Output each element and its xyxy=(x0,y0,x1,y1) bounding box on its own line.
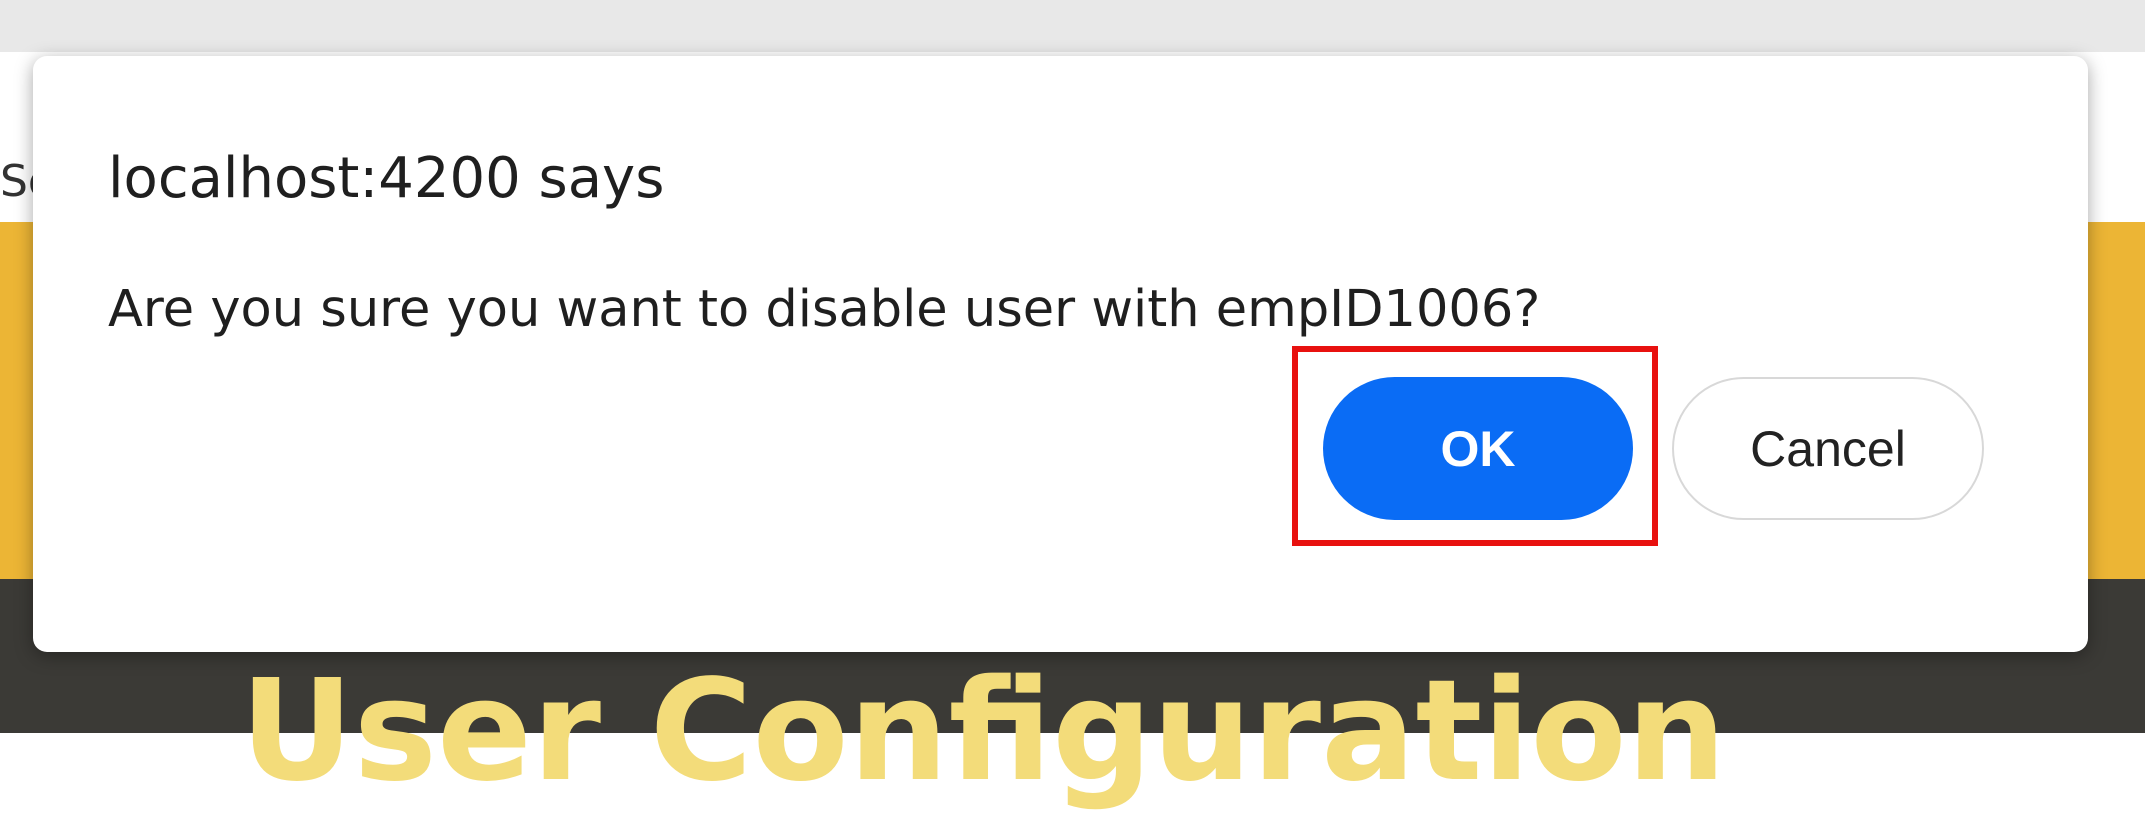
dialog-message: Are you sure you want to disable user wi… xyxy=(108,280,1541,339)
cancel-button[interactable]: Cancel xyxy=(1672,377,1984,520)
confirm-dialog: localhost:4200 says Are you sure you wan… xyxy=(33,56,2088,652)
page-title: User Configuration xyxy=(240,650,1727,813)
dialog-title: localhost:4200 says xyxy=(108,146,665,211)
browser-strip xyxy=(0,0,2145,52)
ok-button[interactable]: OK xyxy=(1323,377,1633,520)
